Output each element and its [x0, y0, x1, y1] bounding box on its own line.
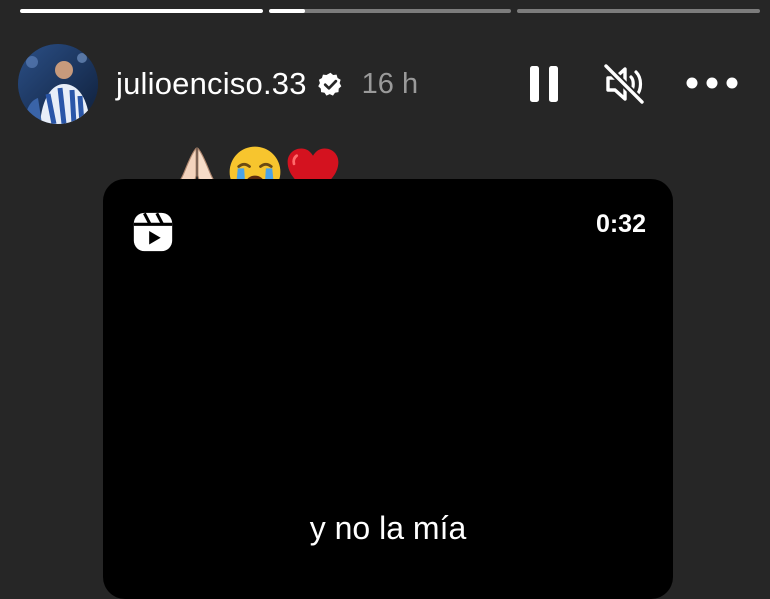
- shared-reel-card[interactable]: 0:32 y no la mía: [103, 179, 673, 599]
- pause-button[interactable]: [526, 62, 562, 106]
- story-header: julioenciso.33 16 h: [116, 62, 418, 106]
- story-progress-segment-1: [20, 9, 263, 13]
- more-options-button[interactable]: [684, 68, 740, 98]
- profile-avatar[interactable]: [18, 44, 98, 124]
- username[interactable]: julioenciso.33: [116, 66, 307, 102]
- more-dots-icon: [686, 77, 738, 89]
- verified-badge-icon: [317, 72, 341, 96]
- reel-duration: 0:32: [595, 210, 646, 238]
- pause-icon: [530, 66, 558, 102]
- story-progress-fill: [268, 9, 306, 13]
- story-progress-segment-3: [517, 9, 761, 13]
- story-progress-bars: [20, 9, 761, 14]
- story-progress-segment-2: [268, 9, 512, 13]
- speaker-muted-icon: [602, 62, 646, 106]
- mute-button[interactable]: [600, 60, 648, 108]
- avatar-image: [18, 44, 98, 124]
- reel-caption: y no la mía: [309, 510, 467, 546]
- story-progress-fill: [20, 9, 263, 13]
- reels-icon: [133, 212, 173, 252]
- post-time: 16 h: [361, 67, 419, 100]
